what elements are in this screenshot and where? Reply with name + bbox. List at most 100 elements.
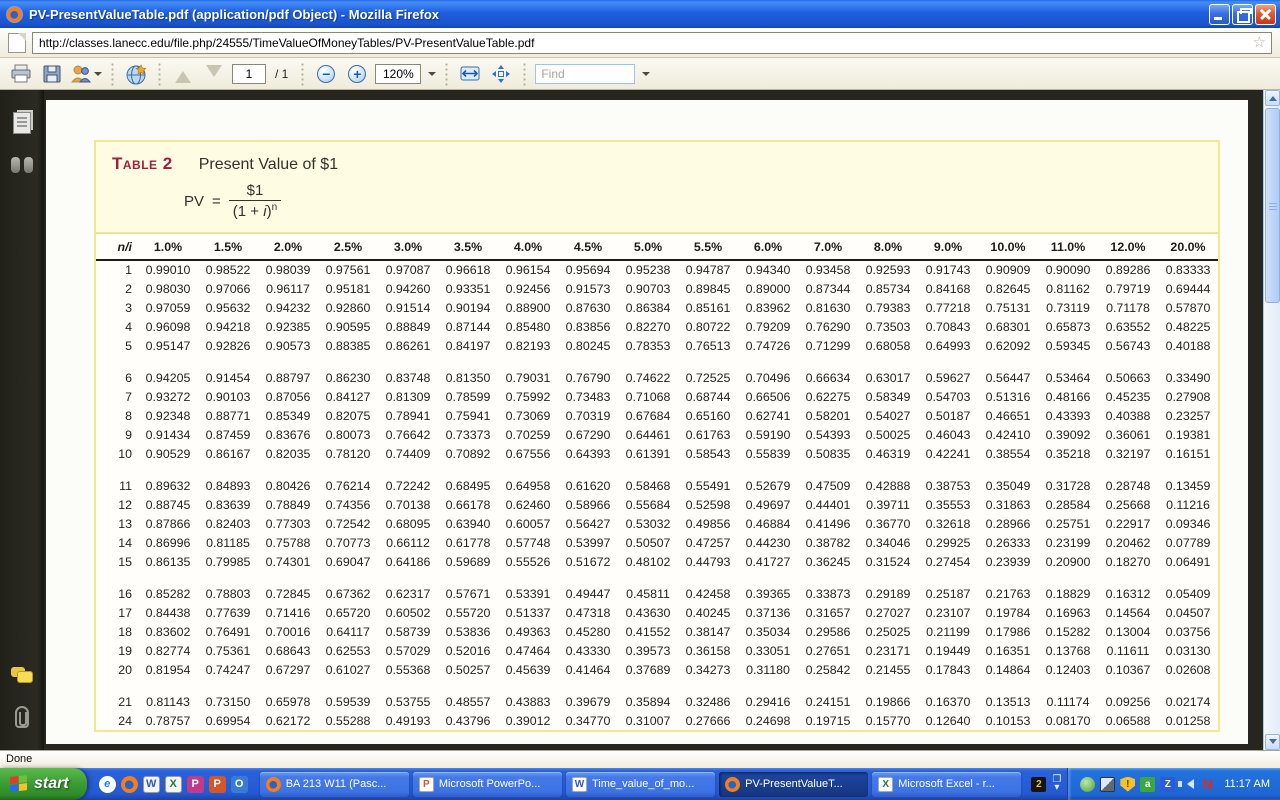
- zoom-level-field[interactable]: 120%: [375, 64, 421, 84]
- pv-factor-cell: 0.21199: [918, 622, 978, 641]
- taskbar-task-button[interactable]: WTime_value_of_mo...: [566, 772, 715, 797]
- pv-factor-cell: 0.83748: [378, 368, 438, 387]
- pv-factor-cell: 0.54027: [858, 406, 918, 425]
- zoom-dropdown-arrow[interactable]: [428, 72, 436, 80]
- table-row: 120.887450.836390.788490.743560.701380.6…: [96, 495, 1218, 514]
- excel-quick-launch-icon[interactable]: X: [165, 776, 182, 793]
- web-tools-button[interactable]: [123, 61, 149, 87]
- zoom-out-button[interactable]: −: [313, 61, 339, 87]
- taskbar-task-button[interactable]: PMicrosoft PowerPo...: [413, 772, 562, 797]
- pv-factor-cell: 0.59689: [438, 552, 498, 571]
- period-cell: 5: [96, 336, 138, 355]
- pv-factor-cell: 0.74247: [198, 660, 258, 679]
- minimize-button[interactable]: [1209, 4, 1230, 25]
- scroll-down-arrow[interactable]: [1265, 734, 1280, 750]
- pv-factor-cell: 0.83639: [198, 495, 258, 514]
- pv-factor-cell: 0.52598: [678, 495, 738, 514]
- column-header: 5.0%: [618, 234, 678, 260]
- pv-factor-cell: 0.55368: [378, 660, 438, 679]
- restore-button[interactable]: [1232, 4, 1253, 25]
- messenger-tray-icon[interactable]: [1080, 777, 1095, 792]
- pv-factor-cell: 0.64393: [558, 444, 618, 463]
- fit-width-button[interactable]: [457, 61, 483, 87]
- scrollbar-thumb[interactable]: [1265, 108, 1280, 303]
- volume-tray-icon[interactable]: [1180, 777, 1195, 792]
- fit-page-button[interactable]: [488, 61, 514, 87]
- page-number-input[interactable]: [232, 64, 266, 84]
- pv-factor-cell: 0.90703: [618, 279, 678, 298]
- pv-factor-cell: 0.06588: [1098, 711, 1158, 730]
- pv-factor-cell: 0.28584: [1038, 495, 1098, 514]
- period-cell: 2: [96, 279, 138, 298]
- print-button[interactable]: [8, 61, 34, 87]
- pv-factor-cell: 0.93351: [438, 279, 498, 298]
- pv-factor-cell: 0.19381: [1158, 425, 1218, 444]
- comments-panel-button[interactable]: [9, 662, 35, 688]
- notification-badge-icon[interactable]: 2: [1031, 777, 1046, 792]
- pv-factor-cell: 0.76491: [198, 622, 258, 641]
- task-label: Time_value_of_mo...: [592, 778, 694, 790]
- taskbar-task-button[interactable]: BA 213 W11 (Pasc...: [260, 772, 409, 797]
- zone-tray-icon[interactable]: Z: [1160, 777, 1175, 792]
- pv-factor-cell: 0.45811: [618, 584, 678, 603]
- pv-factor-cell: 0.43796: [438, 711, 498, 730]
- taskbar-task-button[interactable]: XMicrosoft Excel - r...: [872, 772, 1021, 797]
- pv-factor-cell: 0.31863: [978, 495, 1038, 514]
- word-quick-launch-icon[interactable]: W: [143, 776, 160, 793]
- find-dropdown-arrow[interactable]: [642, 72, 650, 80]
- pub-quick-launch-icon[interactable]: P: [187, 776, 204, 793]
- pv-factor-cell: 0.78599: [438, 387, 498, 406]
- pv-factor-cell: 0.88900: [498, 298, 558, 317]
- pv-factor-cell: 0.08170: [1038, 711, 1098, 730]
- pv-factor-cell: 0.88797: [258, 368, 318, 387]
- norton-tray-icon[interactable]: N: [1200, 777, 1215, 792]
- pv-factor-cell: 0.60057: [498, 514, 558, 533]
- pv-factor-cell: 0.86230: [318, 368, 378, 387]
- attachments-panel-button[interactable]: [9, 704, 35, 730]
- table-row: 110.896320.848930.804260.762140.722420.6…: [96, 476, 1218, 495]
- scroll-up-arrow[interactable]: [1265, 90, 1280, 106]
- network-tray-icon[interactable]: [1100, 777, 1115, 792]
- pv-factor-cell: 0.31657: [798, 603, 858, 622]
- email-share-button[interactable]: [70, 61, 102, 87]
- pv-factor-cell: 0.91434: [138, 425, 198, 444]
- pv-factor-cell: 0.64117: [318, 622, 378, 641]
- pv-factor-cell: 0.64958: [498, 476, 558, 495]
- pv-factor-cell: 0.97087: [378, 260, 438, 279]
- table-row: 190.827740.753610.686430.625530.570290.5…: [96, 641, 1218, 660]
- share-dropdown-arrow[interactable]: [94, 72, 102, 80]
- collapse-icon[interactable]: ❐▾: [1052, 776, 1061, 792]
- pv-factor-cell: 0.97066: [198, 279, 258, 298]
- ie-quick-launch-icon[interactable]: e: [99, 776, 116, 793]
- search-panel-button[interactable]: [9, 152, 35, 178]
- next-page-button[interactable]: [201, 61, 227, 87]
- pv-factor-cell: 0.15282: [1038, 622, 1098, 641]
- pv-factor-cell: 0.38782: [798, 533, 858, 552]
- save-button[interactable]: [39, 61, 65, 87]
- vertical-scrollbar[interactable]: [1263, 90, 1280, 750]
- pages-panel-button[interactable]: [9, 110, 35, 136]
- pv-factor-cell: 0.88745: [138, 495, 198, 514]
- antivirus-tray-icon[interactable]: a: [1140, 777, 1155, 792]
- pv-table-header-row: n/i1.0%1.5%2.0%2.5%3.0%3.5%4.0%4.5%5.0%5…: [96, 234, 1218, 260]
- pv-factor-cell: 0.41727: [738, 552, 798, 571]
- previous-page-button[interactable]: [170, 61, 196, 87]
- ppt-quick-launch-icon[interactable]: P: [209, 776, 226, 793]
- firefox-quick-launch-icon[interactable]: [121, 776, 138, 793]
- close-button[interactable]: [1255, 4, 1276, 25]
- find-input[interactable]: [535, 64, 635, 84]
- taskbar-task-button[interactable]: PV-PresentValueT...: [719, 772, 868, 797]
- url-input[interactable]: [32, 32, 1272, 54]
- pv-factor-cell: 0.35049: [978, 476, 1038, 495]
- column-header: 8.0%: [858, 234, 918, 260]
- bookmark-star-icon[interactable]: ☆: [1253, 35, 1266, 50]
- pv-factor-cell: 0.88771: [198, 406, 258, 425]
- column-header: 3.0%: [378, 234, 438, 260]
- shield-tray-icon[interactable]: !: [1120, 777, 1135, 792]
- period-cell: 10: [96, 444, 138, 463]
- zoom-in-button[interactable]: +: [344, 61, 370, 87]
- outlook-quick-launch-icon[interactable]: O: [231, 776, 248, 793]
- start-button[interactable]: start: [0, 768, 87, 800]
- pv-factor-cell: 0.68643: [258, 641, 318, 660]
- pv-factor-cell: 0.78120: [318, 444, 378, 463]
